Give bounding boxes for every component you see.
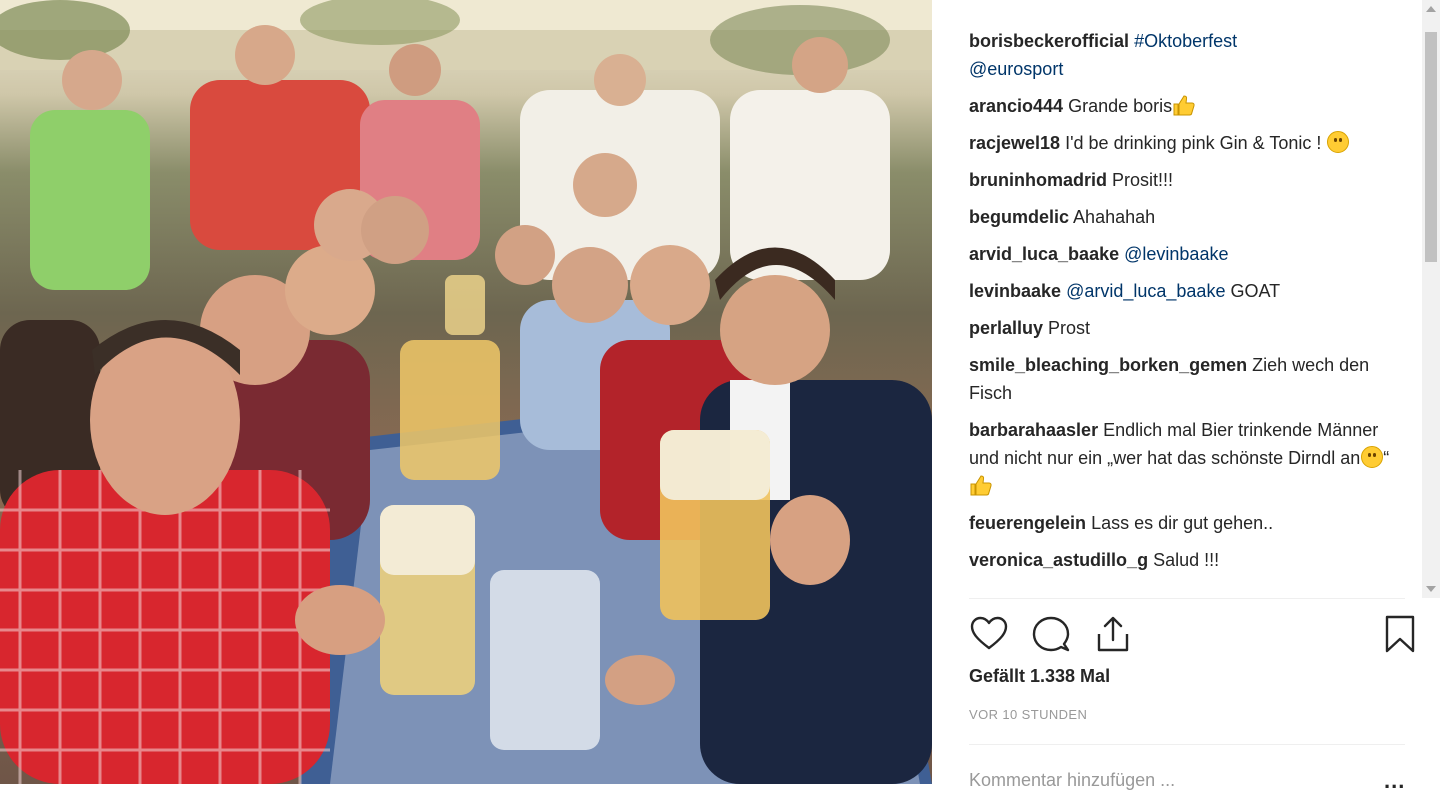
bookmark-icon[interactable] xyxy=(1383,614,1417,654)
comment-item: barbarahaasler Endlich mal Bier trinkend… xyxy=(969,416,1405,500)
hashtag-link[interactable]: #Oktoberfest xyxy=(1134,31,1237,51)
comment-bubble-icon[interactable] xyxy=(1031,614,1071,654)
comment-text: Prost xyxy=(1048,318,1091,338)
scroll-down-arrow-icon[interactable] xyxy=(1426,586,1436,592)
scrollbar-thumb[interactable] xyxy=(1425,32,1437,262)
thumbs-up-icon xyxy=(1173,95,1195,116)
photo-illustration xyxy=(0,0,932,784)
comment-user-link[interactable]: perlalluy xyxy=(969,318,1043,338)
post-author-link[interactable]: borisbeckerofficial xyxy=(969,31,1129,51)
comment-user-link[interactable]: levinbaake xyxy=(969,281,1061,301)
comment-item: smile_bleaching_borken_gemen Zieh wech d… xyxy=(969,351,1405,407)
comment-user-link[interactable]: arancio444 xyxy=(969,96,1063,116)
comment-item: levinbaake @arvid_luca_baake GOAT xyxy=(969,277,1405,305)
add-comment-input[interactable] xyxy=(969,764,1369,796)
likes-count[interactable]: Gefällt 1.338 Mal xyxy=(969,666,1110,687)
post-photo[interactable] xyxy=(0,0,932,784)
comment-item: arancio444 Grande boris xyxy=(969,92,1405,120)
comments-list: borisbeckerofficial #Oktoberfest @eurosp… xyxy=(969,27,1405,597)
comment-item: racjewel18 I'd be drinking pink Gin & To… xyxy=(969,129,1405,157)
share-icon[interactable] xyxy=(1093,614,1133,654)
comment-user-link[interactable]: bruninhomadrid xyxy=(969,170,1107,190)
comment-item: veronica_astudillo_g Salud !!! xyxy=(969,546,1405,574)
comment-text: Ahahahah xyxy=(1073,207,1156,227)
comment-text: Lass es dir gut gehen.. xyxy=(1091,513,1274,533)
comment-item: bruninhomadrid Prosit!!! xyxy=(969,166,1405,194)
comment-text: Grande boris xyxy=(1068,96,1173,116)
comment-user-link[interactable]: smile_bleaching_borken_gemen xyxy=(969,355,1247,375)
comment-item: perlalluy Prost xyxy=(969,314,1405,342)
comments-scrollbar[interactable] xyxy=(1422,0,1440,598)
smiley-icon xyxy=(1327,131,1350,153)
mention-link[interactable]: @arvid_luca_baake xyxy=(1066,281,1225,301)
comment-text: GOAT xyxy=(1230,281,1281,301)
heart-icon[interactable] xyxy=(969,614,1009,654)
comment-user-link[interactable]: veronica_astudillo_g xyxy=(969,550,1148,570)
smiley-icon xyxy=(1361,446,1384,468)
post-timestamp[interactable]: VOR 10 STUNDEN xyxy=(969,707,1087,722)
comment-item: feuerengelein Lass es dir gut gehen.. xyxy=(969,509,1405,537)
scroll-up-arrow-icon[interactable] xyxy=(1426,6,1436,12)
comment-user-link[interactable]: racjewel18 xyxy=(969,133,1060,153)
mention-link[interactable]: @eurosport xyxy=(969,59,1063,79)
comment-text: Salud !!! xyxy=(1153,550,1220,570)
caption: borisbeckerofficial #Oktoberfest @eurosp… xyxy=(969,27,1405,83)
comment-user-link[interactable]: arvid_luca_baake xyxy=(969,244,1119,264)
comment-user-link[interactable]: barbarahaasler xyxy=(969,420,1098,440)
comment-user-link[interactable]: feuerengelein xyxy=(969,513,1086,533)
thumbs-up-icon xyxy=(970,475,992,496)
mention-link[interactable]: @levinbaake xyxy=(1124,244,1228,264)
comment-item: arvid_luca_baake @levinbaake xyxy=(969,240,1405,268)
post-sidebar: borisbeckerofficial #Oktoberfest @eurosp… xyxy=(932,0,1440,809)
divider xyxy=(969,744,1405,745)
comment-text-end: “ xyxy=(1383,448,1390,468)
comment-text: Prosit!!! xyxy=(1112,170,1174,190)
comment-item: begumdelic Ahahahah xyxy=(969,203,1405,231)
action-bar xyxy=(969,612,1415,656)
divider xyxy=(969,598,1405,599)
more-options-button[interactable]: ... xyxy=(1384,768,1405,794)
comment-text: I'd be drinking pink Gin & Tonic ! xyxy=(1065,133,1322,153)
comment-user-link[interactable]: begumdelic xyxy=(969,207,1069,227)
